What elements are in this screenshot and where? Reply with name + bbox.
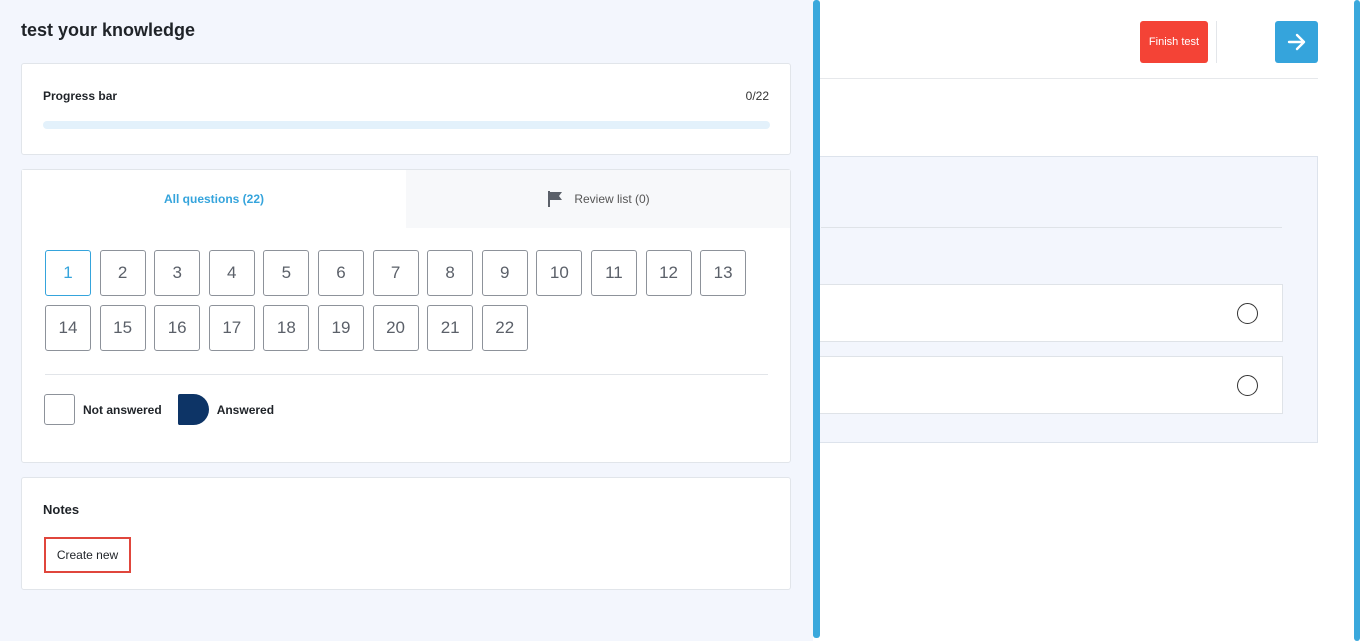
question-number-button[interactable]: 19 (317, 305, 364, 351)
question-number-button[interactable]: 6 (317, 250, 364, 296)
question-number-button[interactable]: 3 (154, 250, 201, 296)
legend-not-answered-label: Not answered (83, 402, 162, 417)
progress-card: Progress bar 0/22 (21, 63, 791, 155)
header-separator (820, 78, 1318, 79)
question-number-button[interactable]: 12 (645, 250, 692, 296)
legend-answered-label: Answered (216, 402, 275, 417)
answered-swatch (177, 394, 209, 425)
flag-icon (546, 190, 564, 208)
question-number-button[interactable]: 14 (45, 305, 91, 351)
tab-all-questions[interactable]: All questions (22) (22, 170, 406, 228)
answer-option[interactable] (811, 284, 1283, 342)
tab-review-list[interactable]: Review list (0) (406, 170, 790, 228)
page-scrollbar[interactable] (1354, 0, 1360, 641)
question-number-button[interactable]: 2 (99, 250, 146, 296)
answer-option[interactable] (811, 356, 1283, 414)
legend: Not answered Answered (44, 394, 290, 425)
create-note-button[interactable]: Create new (44, 537, 131, 573)
question-number-button[interactable]: 15 (99, 305, 146, 351)
tab-review-list-label: Review list (0) (574, 192, 650, 206)
next-question-button[interactable] (1275, 21, 1318, 63)
question-box (800, 156, 1318, 443)
question-number-button[interactable]: 1 (45, 250, 91, 296)
question-number-button[interactable]: 10 (536, 250, 583, 296)
tab-all-questions-label: All questions (22) (163, 192, 264, 206)
notes-title: Notes (43, 502, 80, 517)
not-answered-swatch (44, 394, 75, 425)
progress-label: Progress bar (43, 89, 118, 103)
panel-scrollbar[interactable] (813, 0, 820, 638)
question-divider (821, 227, 1282, 228)
question-number-button[interactable]: 21 (427, 305, 474, 351)
arrow-right-icon (1287, 33, 1305, 51)
radio-button[interactable] (1237, 303, 1258, 324)
question-tabs: All questions (22) Review list (0) (22, 170, 790, 228)
radio-button[interactable] (1237, 375, 1258, 396)
question-number-button[interactable]: 18 (263, 305, 310, 351)
question-navigator-panel: test your knowledge Progress bar 0/22 Al… (0, 0, 813, 641)
question-number-button[interactable]: 9 (481, 250, 528, 296)
finish-test-button[interactable]: Finish test (1140, 21, 1208, 63)
notes-card: Notes Create new (21, 477, 791, 590)
question-number-button[interactable]: 7 (372, 250, 419, 296)
question-number-button[interactable]: 22 (481, 305, 528, 351)
question-number-button[interactable]: 17 (208, 305, 255, 351)
question-number-button[interactable]: 5 (263, 250, 310, 296)
question-number-button[interactable]: 20 (372, 305, 419, 351)
questions-card: All questions (22) Review list (0) 12345… (21, 169, 791, 463)
question-number-button[interactable]: 4 (208, 250, 255, 296)
question-number-button[interactable]: 8 (427, 250, 474, 296)
question-number-button[interactable]: 13 (700, 250, 747, 296)
progress-count: 0/22 (745, 89, 769, 103)
question-number-button[interactable]: 16 (154, 305, 201, 351)
question-number-button[interactable]: 11 (590, 250, 637, 296)
progress-bar (43, 121, 770, 129)
legend-divider (45, 374, 768, 375)
question-number-grid: 1 2 3 4 5 6 7 8 9 10 11 12 13 14 15 16 17 18 19 20 21 22 (45, 250, 765, 360)
panel-title: test your knowledge (21, 20, 196, 40)
header-divider (1216, 21, 1217, 63)
